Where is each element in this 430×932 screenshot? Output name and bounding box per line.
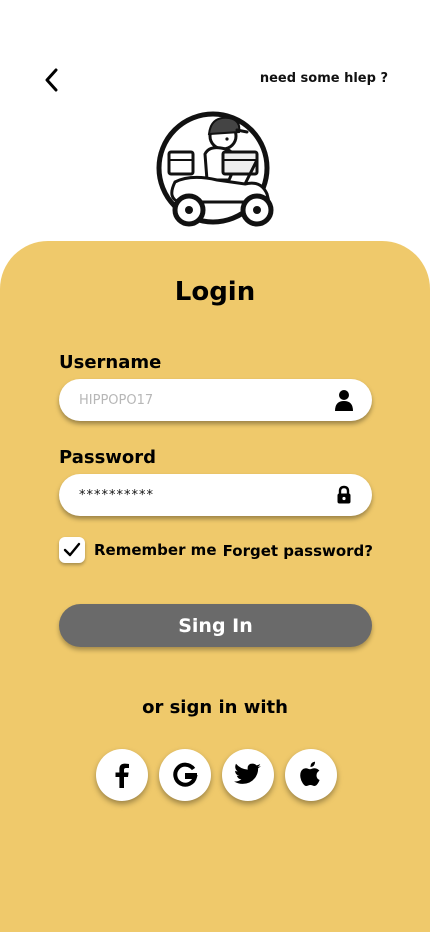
help-link[interactable]: need some hlep ? bbox=[260, 71, 388, 86]
delivery-rider-logo bbox=[156, 111, 274, 227]
twitter-icon bbox=[234, 763, 261, 784]
sign-in-button[interactable]: Sing In bbox=[59, 604, 372, 647]
facebook-button[interactable] bbox=[96, 749, 148, 801]
password-field-wrapper bbox=[59, 474, 372, 516]
username-label: Username bbox=[59, 352, 162, 373]
login-panel bbox=[0, 241, 430, 932]
lock-icon bbox=[332, 483, 356, 507]
chevron-left-icon bbox=[45, 68, 58, 92]
twitter-button[interactable] bbox=[222, 749, 274, 801]
apple-icon bbox=[300, 761, 320, 786]
back-button[interactable] bbox=[36, 64, 66, 96]
page-title: Login bbox=[174, 277, 256, 307]
apple-button[interactable] bbox=[285, 749, 337, 801]
username-input[interactable] bbox=[79, 392, 332, 408]
remember-checkbox[interactable] bbox=[59, 537, 85, 563]
password-input[interactable] bbox=[79, 487, 332, 503]
remember-me-label: Remember me bbox=[94, 541, 217, 559]
google-button[interactable] bbox=[159, 749, 211, 801]
username-field-wrapper bbox=[59, 379, 372, 421]
password-label: Password bbox=[59, 447, 157, 468]
or-sign-in-with-label: or sign in with bbox=[142, 697, 288, 718]
forgot-password-link[interactable]: Forget password? bbox=[223, 542, 373, 560]
facebook-icon bbox=[115, 763, 129, 788]
remember-me-toggle[interactable]: Remember me bbox=[59, 537, 217, 563]
checkmark-icon bbox=[63, 542, 81, 557]
google-icon bbox=[173, 762, 198, 787]
user-icon bbox=[332, 388, 356, 412]
